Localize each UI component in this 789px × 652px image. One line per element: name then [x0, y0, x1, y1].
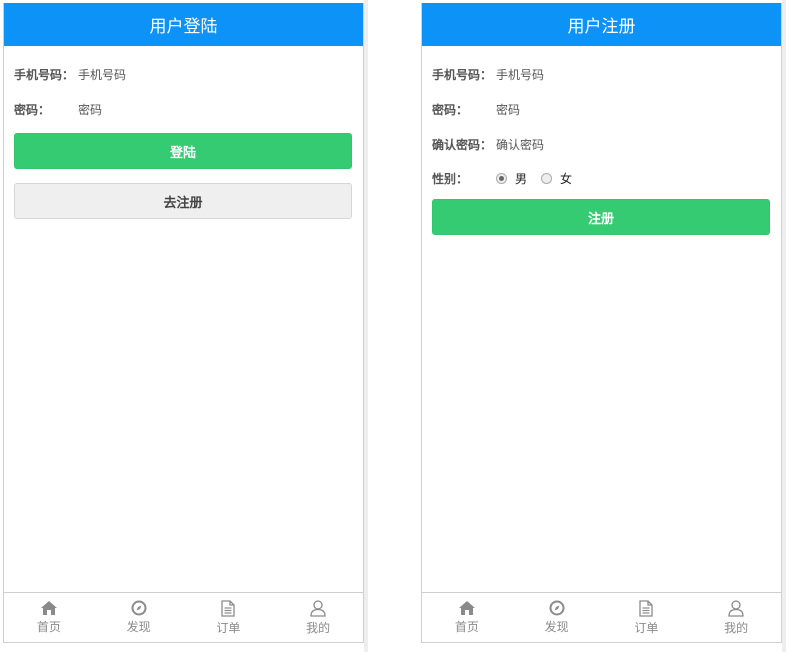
screenshot-canvas: 用户登陆 手机号码： 密码： 登陆 去注册 首页: [0, 0, 789, 652]
register-password-input[interactable]: [496, 99, 771, 120]
login-phone-input[interactable]: [78, 64, 353, 85]
register-password-row: 密码：: [432, 92, 771, 127]
register-confirm-input[interactable]: [496, 134, 771, 155]
gender-female-label: 女: [560, 171, 573, 186]
register-header: 用户注册: [422, 3, 781, 46]
tab-me[interactable]: 我的: [273, 593, 363, 642]
login-phone-row: 手机号码：: [14, 57, 353, 92]
tab-home[interactable]: 首页: [4, 593, 94, 642]
home-icon: [458, 601, 475, 615]
register-tabbar: 首页 发现 订单 我的: [422, 592, 781, 642]
login-header: 用户登陆: [4, 3, 363, 46]
login-button[interactable]: 登陆: [14, 133, 352, 169]
register-confirm-row: 确认密码：: [432, 127, 771, 162]
tab-discover-label: 发现: [126, 620, 151, 634]
login-password-label: 密码：: [14, 103, 51, 117]
gender-male-label: 男: [515, 171, 528, 186]
register-phone-row: 手机号码：: [432, 57, 771, 92]
register-password-label: 密码：: [432, 103, 469, 117]
tab-orders[interactable]: 订单: [602, 593, 692, 642]
login-password-input[interactable]: [78, 99, 353, 120]
tab-discover[interactable]: 发现: [512, 593, 602, 642]
register-phone-label: 手机号码：: [432, 68, 493, 82]
radio-selected-dot: [499, 175, 504, 181]
register-gender-row: 性别： 男 女: [432, 162, 771, 194]
tab-orders[interactable]: 订单: [184, 593, 274, 642]
login-screen: 用户登陆 手机号码： 密码： 登陆 去注册 首页: [3, 3, 364, 643]
login-form: 手机号码： 密码： 登陆 去注册: [4, 57, 363, 219]
tab-discover-label: 发现: [544, 620, 569, 634]
tab-orders-label: 订单: [216, 620, 241, 635]
register-button[interactable]: 注册: [432, 199, 770, 235]
register-phone-input[interactable]: [496, 64, 771, 85]
compass-icon: [549, 600, 565, 616]
document-icon: [639, 599, 654, 617]
login-phone-label: 手机号码：: [14, 68, 75, 82]
gender-male-radio[interactable]: [496, 172, 507, 184]
gender-female-radio[interactable]: [541, 172, 553, 184]
go-register-button[interactable]: 去注册: [14, 183, 352, 219]
register-title: 用户注册: [567, 17, 636, 37]
login-password-row: 密码：: [14, 92, 353, 127]
tab-discover[interactable]: 发现: [94, 593, 184, 642]
tab-home-label: 首页: [454, 620, 479, 634]
tab-orders-label: 订单: [634, 620, 659, 635]
register-gender-label: 性别：: [432, 171, 469, 186]
tab-me-label: 我的: [724, 620, 749, 635]
home-icon: [40, 601, 57, 615]
register-screen: 用户注册 手机号码： 密码： 确认密码： 性别： 男 女: [421, 3, 782, 643]
tab-me-label: 我的: [306, 620, 331, 635]
login-tabbar: 首页 发现 订单 我的: [4, 592, 363, 642]
tab-me[interactable]: 我的: [691, 593, 781, 642]
register-form: 手机号码： 密码： 确认密码： 性别： 男 女 注册: [422, 57, 781, 235]
compass-icon: [131, 600, 147, 616]
login-title: 用户登陆: [149, 17, 218, 37]
register-confirm-label: 确认密码：: [432, 138, 493, 152]
gender-radio-group: 男 女: [496, 170, 586, 187]
user-icon: [728, 599, 744, 617]
tab-home-label: 首页: [36, 620, 61, 634]
divider: [782, 0, 786, 652]
divider: [364, 0, 368, 652]
tab-home[interactable]: 首页: [422, 593, 512, 642]
user-icon: [310, 599, 326, 617]
document-icon: [221, 599, 236, 617]
